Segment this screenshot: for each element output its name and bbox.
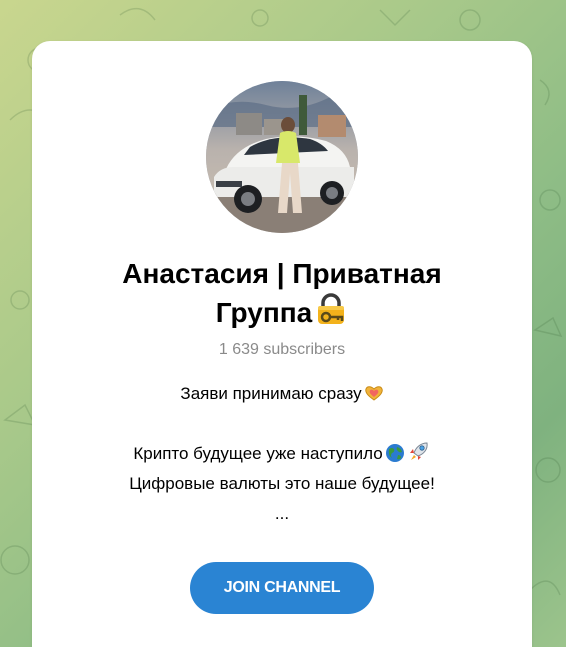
channel-title-line1: Анастасия | Приватная bbox=[122, 258, 442, 289]
description-line-2: Крипто будущее уже наступило bbox=[52, 439, 512, 469]
channel-card: Анастасия | Приватная Группа 1 639 subsc… bbox=[32, 41, 532, 647]
description-line-3: Цифровые валюты это наше будущее! bbox=[129, 474, 435, 493]
lock-with-key-icon bbox=[318, 293, 345, 324]
subscriber-count: 1 639 subscribers bbox=[218, 341, 346, 358]
rocket-icon bbox=[409, 442, 428, 460]
globe-icon bbox=[385, 444, 404, 462]
description-line-4: ... bbox=[274, 504, 290, 523]
description-line-1: Заяви принимаю сразу bbox=[52, 379, 512, 409]
description-blank-line bbox=[52, 409, 512, 439]
channel-title: Анастасия | Приватная Группа bbox=[72, 255, 492, 332]
channel-title-line2: Группа bbox=[215, 297, 313, 328]
avatar-photo bbox=[206, 81, 358, 233]
channel-avatar[interactable] bbox=[206, 81, 358, 233]
join-channel-button[interactable]: JOIN CHANNEL bbox=[190, 562, 374, 614]
heart-hands-icon bbox=[364, 386, 383, 401]
channel-description: Заяви принимаю сразу Крипто будущее уже … bbox=[52, 379, 512, 529]
